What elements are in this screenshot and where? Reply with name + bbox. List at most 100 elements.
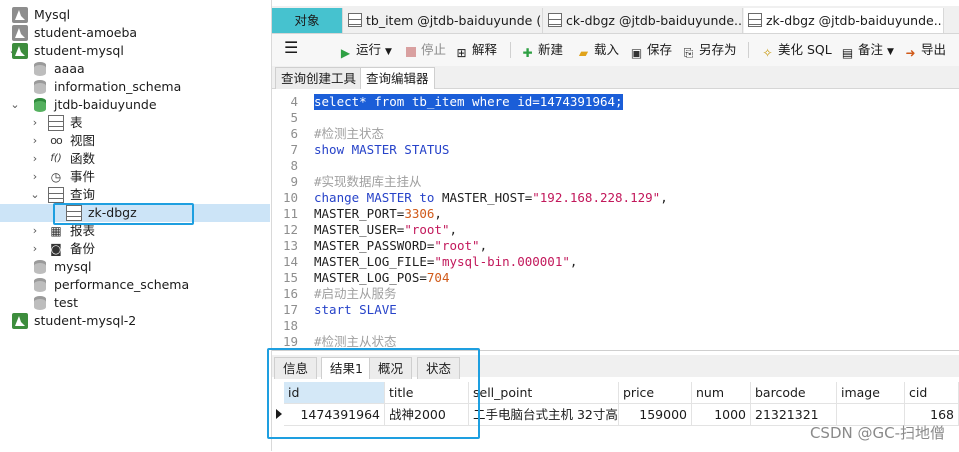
tree-item-student-amoeba[interactable]: student-amoeba	[0, 24, 270, 42]
magic-wand-icon: ✧	[762, 46, 773, 60]
code-token: #检测主状态	[314, 126, 385, 141]
table-icon	[48, 115, 64, 131]
menu-icon[interactable]: ☰	[284, 39, 298, 57]
line-number: 6	[290, 126, 298, 141]
tree-item-mysql[interactable]: mysql	[0, 258, 270, 276]
chevron-right-icon[interactable]: ›	[30, 240, 40, 258]
code-token: MASTER_PASSWORD=	[314, 238, 435, 253]
line-number: 14	[282, 254, 298, 269]
tab-zk-dbgz[interactable]: zk-dbgz @jtdb-baiduyunde...	[744, 8, 944, 33]
tab-objects[interactable]: 对象	[272, 8, 343, 33]
chevron-right-icon[interactable]: ›	[30, 132, 40, 150]
code-token: MASTER_HOST=	[441, 190, 533, 205]
code-token: ,	[449, 222, 457, 237]
chevron-down-icon[interactable]: ⌄	[10, 96, 20, 114]
line-number: 17	[282, 302, 298, 317]
tree-item-student-mysql-2[interactable]: student-mysql-2	[0, 312, 270, 330]
code-token: MASTER_USER=	[314, 222, 405, 237]
line-number: 16	[282, 286, 298, 301]
code-text: #检测主从状态	[314, 334, 397, 347]
stop-button[interactable]: 停止	[403, 41, 446, 59]
column-header-sell-point[interactable]: sell_point	[469, 382, 619, 404]
tree-item-information_schema[interactable]: information_schema	[0, 78, 270, 96]
run-button[interactable]: ▶ 运行 ▼	[338, 41, 392, 60]
cell-price[interactable]: 159000	[619, 404, 692, 426]
cell-sell-point[interactable]: 二手电脑台式主机 32寸高端	[469, 404, 619, 426]
tab-tb-item[interactable]: tb_item @jtdb-baiduyunde (...	[344, 8, 543, 33]
column-header-price[interactable]: price	[619, 382, 692, 404]
tree-item-label: 视图	[70, 133, 96, 148]
tree-item-label: 事件	[70, 169, 96, 184]
line-number: 13	[282, 238, 298, 253]
tab-ck-dbgz-label: ck-dbgz @jtdb-baiduyunde...	[566, 13, 743, 28]
chevron-right-icon[interactable]: ›	[30, 222, 40, 240]
comment-button[interactable]: ▤ 备注 ▼	[840, 41, 894, 60]
tab-query-builder[interactable]: 查询创建工具	[275, 67, 363, 89]
tree-item-label: jtdb-baiduyunde	[54, 97, 157, 112]
annotation-highlight-query	[53, 203, 194, 225]
column-header-image[interactable]: image	[837, 382, 905, 404]
column-header-barcode[interactable]: barcode	[751, 382, 837, 404]
connection-gray-icon	[12, 7, 28, 23]
new-icon: ✚	[522, 46, 533, 60]
tree-item-[interactable]: › f() 函数	[0, 150, 270, 168]
database-gray-icon	[32, 295, 48, 311]
tab-ck-dbgz[interactable]: ck-dbgz @jtdb-baiduyunde...	[544, 8, 743, 33]
export-button[interactable]: ➜ 导出	[903, 41, 946, 60]
tree-item-performance_schema[interactable]: performance_schema	[0, 276, 270, 294]
connection-green-icon	[12, 43, 28, 59]
tree-item-test[interactable]: test	[0, 294, 270, 312]
cell-num[interactable]: 1000	[692, 404, 751, 426]
sql-editor[interactable]: 4 select* from tb_item where id=147439196…	[272, 89, 959, 347]
explain-button[interactable]: ⊞ 解释	[454, 41, 497, 60]
query-icon	[48, 187, 64, 203]
chevron-right-icon[interactable]: ›	[30, 150, 40, 168]
code-text: MASTER_PORT=3306,	[314, 206, 442, 222]
tree-item-[interactable]: › 表	[0, 114, 270, 132]
view-icon: oo	[50, 134, 62, 147]
load-button[interactable]: ▰ 载入	[576, 41, 619, 60]
beautify-sql-button[interactable]: ✧ 美化 SQL	[760, 41, 831, 60]
database-gray-icon	[32, 79, 48, 95]
chevron-right-icon[interactable]: ›	[30, 114, 40, 132]
code-token: start SLAVE	[314, 302, 397, 317]
tree-item-[interactable]: › ◷ 事件	[0, 168, 270, 186]
tree-item-aaaa[interactable]: aaaa	[0, 60, 270, 78]
code-token: change MASTER to	[314, 190, 442, 205]
table-icon	[348, 13, 362, 27]
tree-item-Mysql[interactable]: Mysql	[0, 6, 270, 24]
tree-item-label: performance_schema	[54, 277, 190, 292]
annotation-highlight-result	[267, 348, 480, 439]
save-button[interactable]: ▣ 保存	[629, 41, 672, 60]
chevron-down-icon: ▼	[385, 47, 392, 57]
function-icon: f()	[50, 153, 62, 164]
new-button[interactable]: ✚ 新建	[520, 41, 563, 60]
tree-item-[interactable]: › oo 视图	[0, 132, 270, 150]
line-number: 10	[282, 190, 298, 205]
tree-item-label: student-mysql	[34, 43, 124, 58]
column-header-cid[interactable]: cid	[905, 382, 959, 404]
line-number: 15	[282, 270, 298, 285]
tab-zk-dbgz-label: zk-dbgz @jtdb-baiduyunde...	[766, 13, 944, 28]
code-token: "root"	[404, 222, 450, 237]
save-as-button[interactable]: ⎘ 另存为	[681, 41, 737, 60]
code-text: #启动主从服务	[314, 286, 397, 302]
tree-item-[interactable]: ⌄ 查询	[0, 186, 270, 204]
query-toolbar: ☰ ▶ 运行 ▼ 停止 ⊞ 解释 ✚ 新建 ▰ 载入 ▣ 保存 ⎘ 另存为 ✧ 美化 SQL …	[272, 34, 959, 66]
tree-item-[interactable]: › ◙ 备份	[0, 240, 270, 258]
database-gray-icon	[32, 259, 48, 275]
stop-icon	[403, 46, 418, 61]
code-token: #检测主从状态	[314, 334, 397, 347]
chevron-right-icon[interactable]: ›	[30, 168, 40, 186]
database-green-icon	[32, 97, 48, 113]
backup-icon: ◙	[50, 242, 62, 256]
code-token: MASTER_PORT=	[314, 206, 405, 221]
chevron-down-icon[interactable]: ⌄	[30, 186, 40, 204]
event-icon: ◷	[50, 170, 62, 184]
chevron-down-icon: ▼	[887, 47, 894, 57]
tree-item-jtdb-baiduyunde[interactable]: ⌄ jtdb-baiduyunde	[0, 96, 270, 114]
column-header-num[interactable]: num	[692, 382, 751, 404]
tab-query-editor[interactable]: 查询编辑器	[360, 67, 435, 89]
query-icon	[548, 13, 562, 27]
tree-item-student-mysql[interactable]: ⌄student-mysql	[0, 42, 270, 60]
